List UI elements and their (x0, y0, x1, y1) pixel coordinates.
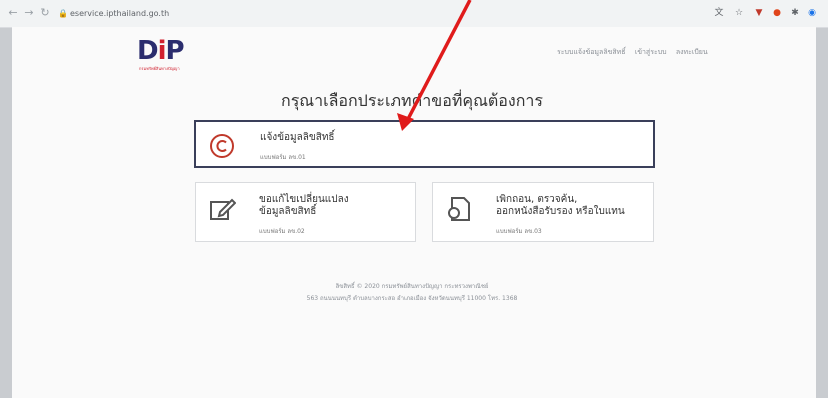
annotation-arrow-icon (397, 0, 472, 131)
